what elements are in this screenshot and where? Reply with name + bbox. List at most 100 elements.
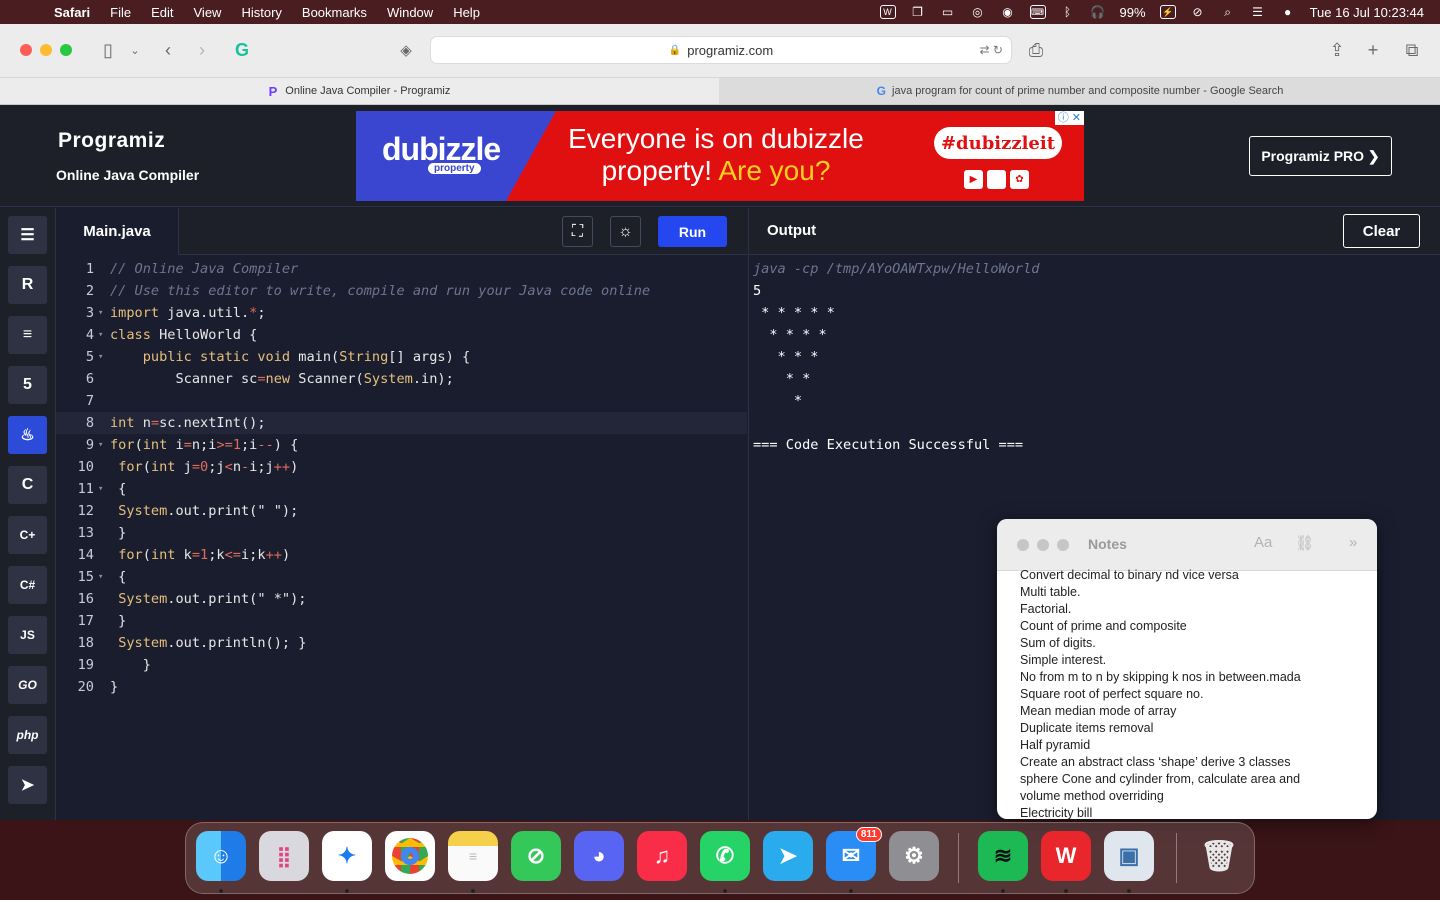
discord-app-icon[interactable]: ◕ xyxy=(574,831,624,881)
cpp-lang-icon[interactable]: C+ xyxy=(8,516,47,554)
dock-separator xyxy=(958,833,959,883)
minimize-window-button[interactable] xyxy=(40,44,52,56)
close-window-button[interactable] xyxy=(20,44,32,56)
share-icon[interactable]: ⇪ xyxy=(1326,38,1348,62)
trash-icon[interactable]: 🗑 xyxy=(1194,831,1244,881)
notes-titlebar: Notes Aa ⛓ » xyxy=(997,519,1377,571)
user-status-icon[interactable]: ◉ xyxy=(1000,5,1016,19)
run-button[interactable]: Run xyxy=(658,216,727,247)
dock-separator xyxy=(1176,833,1177,883)
fullscreen-icon[interactable]: ⛶ xyxy=(562,216,593,247)
clock[interactable]: Tue 16 Jul 10:23:44 xyxy=(1310,5,1424,20)
notes-close-button[interactable] xyxy=(1017,539,1029,551)
airdrop-status-icon[interactable]: ◎ xyxy=(970,5,986,19)
display-status-icon[interactable]: ▭ xyxy=(940,5,956,19)
mail-app-icon[interactable]: ✉ 811 xyxy=(826,827,882,881)
sidebar-toggle-icon[interactable]: ▯ xyxy=(96,38,120,62)
python-lang-icon[interactable]: ☰ xyxy=(8,216,47,254)
wps-office-app-icon[interactable]: W xyxy=(1041,831,1091,881)
preview-app-icon[interactable]: ▣ xyxy=(1104,831,1154,881)
ad-close-icon[interactable]: ⓘ ✕ xyxy=(1054,111,1084,125)
tab-programiz[interactable]: P Online Java Compiler - Programiz xyxy=(0,78,719,104)
wps-status-icon[interactable]: W xyxy=(879,5,896,19)
headphones-icon[interactable]: 🎧 xyxy=(1090,5,1106,19)
keyboard-status-icon[interactable]: ⌨ xyxy=(1029,5,1046,19)
code-line: 10 for(int j=0;j<n-i;j++) xyxy=(77,459,299,475)
output-line: * xyxy=(753,393,803,409)
menu-file[interactable]: File xyxy=(110,5,131,20)
grammarly-extension-icon[interactable]: G xyxy=(231,38,253,62)
note-line: Factorial. xyxy=(1020,602,1072,616)
restrict-app-icon[interactable]: ⊘ xyxy=(511,831,561,881)
control-center-icon[interactable]: ☰ xyxy=(1250,5,1266,19)
code-area[interactable]: 1// Online Java Compiler 2// Use this ed… xyxy=(56,258,747,698)
csharp-lang-icon[interactable]: C# xyxy=(8,566,47,604)
privacy-shield-icon[interactable]: ◈ xyxy=(396,38,416,62)
ad-headline-2a: property! xyxy=(601,155,713,186)
spotify-app-icon[interactable]: ≋ xyxy=(978,831,1028,881)
launchpad-app-icon[interactable]: ⣿ xyxy=(259,831,309,881)
zoom-window-button[interactable] xyxy=(60,44,72,56)
menu-window[interactable]: Window xyxy=(387,5,433,20)
telegram-app-icon[interactable]: ➤ xyxy=(763,831,813,881)
window-status-icon[interactable]: ❐ xyxy=(910,5,926,19)
menu-bookmarks[interactable]: Bookmarks xyxy=(302,5,367,20)
output-success-line: === Code Execution Successful === xyxy=(753,437,1024,453)
code-line: 12 System.out.print(" "); xyxy=(77,503,299,519)
tab-bar: P Online Java Compiler - Programiz G jav… xyxy=(0,78,1440,105)
siri-icon[interactable]: ● xyxy=(1280,5,1296,19)
notes-minimize-button[interactable] xyxy=(1037,539,1049,551)
java-lang-icon[interactable]: ♨ xyxy=(8,416,47,454)
advertisement-banner[interactable]: dubizzle property Everyone is on dubizzl… xyxy=(356,111,1084,201)
html-lang-icon[interactable]: 5 xyxy=(8,366,47,404)
music-app-icon[interactable]: ♫ xyxy=(637,831,687,881)
output-title: Output xyxy=(767,222,817,239)
system-settings-app-icon[interactable]: ⚙ xyxy=(889,831,939,881)
notes-zoom-button[interactable] xyxy=(1057,539,1069,551)
programiz-logo[interactable]: Programiz xyxy=(58,129,165,153)
search-status-icon[interactable]: ⌕ xyxy=(1220,5,1236,19)
chrome-app-icon[interactable] xyxy=(385,831,435,881)
file-tab-main-java[interactable]: Main.java xyxy=(56,208,179,255)
address-bar[interactable]: 🔒 programiz.com ⇄ ↻ xyxy=(430,36,1012,64)
menu-view[interactable]: View xyxy=(194,5,222,20)
forward-arrow-icon[interactable]: › xyxy=(192,38,212,62)
output-line: * * * * xyxy=(753,327,827,343)
menu-help[interactable]: Help xyxy=(453,5,480,20)
notes-content[interactable]: Convert decimal to binary nd vice versa … xyxy=(1020,567,1365,819)
r-lang-icon[interactable]: R xyxy=(8,266,47,304)
theme-toggle-sun-icon[interactable]: ☼ xyxy=(610,216,641,247)
note-line: Mean median mode of array xyxy=(1020,704,1177,718)
translate-reload-icon[interactable]: ⇄ ↻ xyxy=(980,43,1003,57)
go-lang-icon[interactable]: GO xyxy=(8,666,47,704)
battery-icon[interactable]: ⚡ xyxy=(1159,5,1176,19)
finder-app-icon[interactable]: ☺ xyxy=(196,831,246,881)
sql-lang-icon[interactable]: ≡ xyxy=(8,316,47,354)
clear-button[interactable]: Clear xyxy=(1343,214,1420,248)
font-format-icon[interactable]: Aa xyxy=(1254,534,1272,551)
javascript-lang-icon[interactable]: JS xyxy=(8,616,47,654)
php-lang-icon[interactable]: php xyxy=(8,716,47,754)
tab-google-search[interactable]: G java program for count of prime number… xyxy=(720,78,1440,104)
play-store-icon: ▶ xyxy=(964,170,983,189)
note-line: Sum of digits. xyxy=(1020,636,1096,650)
c-lang-icon[interactable]: C xyxy=(8,466,47,504)
link-status-icon[interactable]: ⊘ xyxy=(1190,5,1206,19)
notes-app-icon[interactable]: ≡ xyxy=(448,831,498,881)
expand-chevron-icon[interactable]: » xyxy=(1349,534,1357,551)
bluetooth-icon[interactable]: ᛒ xyxy=(1060,5,1076,19)
tab-overview-icon[interactable]: ⧉ xyxy=(1400,38,1424,62)
new-tab-icon[interactable]: + xyxy=(1362,38,1384,62)
print-icon[interactable]: ⎙ xyxy=(1024,38,1048,62)
app-store-icon xyxy=(987,170,1006,189)
swift-lang-icon[interactable]: ➤ xyxy=(8,766,47,804)
safari-app-icon[interactable]: ✦ xyxy=(322,831,372,881)
chevron-down-icon[interactable]: ⌄ xyxy=(128,38,142,62)
menu-history[interactable]: History xyxy=(241,5,281,20)
collaborate-icon[interactable]: ⛓ xyxy=(1295,534,1314,552)
programiz-pro-button[interactable]: Programiz PRO ❯ xyxy=(1249,136,1392,176)
menu-app-name[interactable]: Safari xyxy=(54,5,90,20)
back-arrow-icon[interactable]: ‹ xyxy=(158,38,178,62)
menu-edit[interactable]: Edit xyxy=(151,5,173,20)
whatsapp-app-icon[interactable]: ✆ xyxy=(700,831,750,881)
